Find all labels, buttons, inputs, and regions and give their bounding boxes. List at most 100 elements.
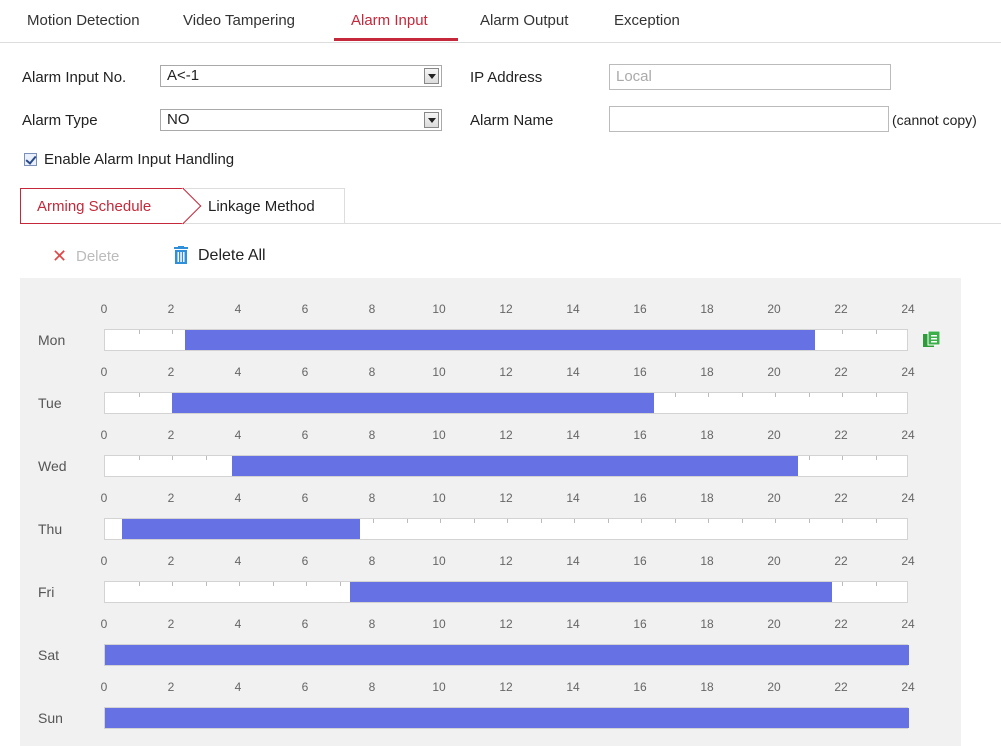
tab-motion-detection[interactable]: Motion Detection <box>27 12 140 29</box>
hour-tick-label: 20 <box>767 365 781 379</box>
day-label-sat: Sat <box>38 647 60 663</box>
hour-tick-label: 8 <box>368 302 376 316</box>
hour-tick-label: 4 <box>234 302 242 316</box>
hour-minor-tick <box>540 519 542 523</box>
tab-video-tampering[interactable]: Video Tampering <box>183 12 295 29</box>
hour-tick-label: 18 <box>700 680 714 694</box>
hour-tick-label: 2 <box>167 428 175 442</box>
hour-tick-label: 12 <box>499 680 513 694</box>
hour-minor-tick <box>574 519 575 523</box>
hour-minor-tick <box>842 582 843 586</box>
hour-tick-label: 12 <box>499 491 513 505</box>
hour-tick-label: 24 <box>901 365 915 379</box>
alarm-name-note: (cannot copy) <box>892 112 977 128</box>
hour-minor-tick <box>741 393 743 397</box>
tab-alarm-input[interactable]: Alarm Input <box>351 12 428 29</box>
schedule-bar-fri[interactable] <box>104 581 908 603</box>
hour-tick-label: 6 <box>301 365 309 379</box>
hour-tick-label: 22 <box>834 428 848 442</box>
dropdown-arrow-icon[interactable] <box>424 112 439 128</box>
day-label-mon: Mon <box>38 332 66 348</box>
hour-tick-label: 16 <box>633 365 647 379</box>
hour-minor-tick <box>875 393 877 397</box>
hour-tick-label: 12 <box>499 365 513 379</box>
hour-tick-label: 6 <box>301 428 309 442</box>
hour-minor-tick <box>172 330 173 334</box>
hour-tick-label: 0 <box>100 302 108 316</box>
hour-tick-label: 10 <box>432 365 446 379</box>
hour-tick-label: 18 <box>700 428 714 442</box>
hour-minor-tick <box>708 393 709 397</box>
tab-exception[interactable]: Exception <box>614 12 680 29</box>
hour-minor-tick <box>741 519 743 523</box>
hour-minor-tick <box>875 330 877 334</box>
schedule-segment[interactable] <box>121 519 360 539</box>
hour-tick-label: 20 <box>767 491 781 505</box>
hour-tick-label: 4 <box>234 428 242 442</box>
tab-bar: Motion Detection Video Tampering Alarm I… <box>0 0 1001 43</box>
hour-minor-tick <box>875 456 877 460</box>
hour-tick-label: 16 <box>633 680 647 694</box>
schedule-segment[interactable] <box>349 582 832 602</box>
hour-tick-label: 2 <box>167 365 175 379</box>
hour-tick-label: 4 <box>234 680 242 694</box>
hour-tick-label: 14 <box>566 617 580 631</box>
copy-icon[interactable] <box>923 331 940 348</box>
schedule-segment[interactable] <box>185 330 816 350</box>
hour-minor-tick <box>808 393 810 397</box>
hour-minor-tick <box>607 519 609 523</box>
hour-tick-label: 22 <box>834 617 848 631</box>
alarm-input-no-label: Alarm Input No. <box>22 69 127 86</box>
hour-tick-label: 0 <box>100 365 108 379</box>
enable-alarm-input-label: Enable Alarm Input Handling <box>44 151 235 168</box>
hour-tick-label: 2 <box>167 680 175 694</box>
hour-minor-tick <box>507 519 508 523</box>
hour-minor-tick <box>842 519 843 523</box>
hour-minor-tick <box>138 393 140 397</box>
hour-tick-label: 24 <box>901 680 915 694</box>
delete-all-button[interactable]: Delete All <box>198 247 266 265</box>
alarm-type-select[interactable]: NO <box>160 109 442 131</box>
ip-address-field[interactable]: Local <box>609 64 891 90</box>
alarm-input-no-select[interactable]: A<-1 <box>160 65 442 87</box>
schedule-bar-mon[interactable] <box>104 329 908 351</box>
alarm-input-no-value: A<-1 <box>167 67 200 84</box>
alarm-type-label: Alarm Type <box>22 112 98 129</box>
hour-tick-label: 0 <box>100 680 108 694</box>
delete-button[interactable]: Delete <box>76 248 119 265</box>
schedule-segment[interactable] <box>105 708 909 728</box>
hour-tick-label: 0 <box>100 428 108 442</box>
hour-tick-label: 16 <box>633 554 647 568</box>
schedule-bar-wed[interactable] <box>104 455 908 477</box>
dropdown-arrow-icon[interactable] <box>424 68 439 84</box>
hour-minor-tick <box>674 393 676 397</box>
schedule-bar-tue[interactable] <box>104 392 908 414</box>
schedule-segment[interactable] <box>172 393 655 413</box>
hour-minor-tick <box>172 582 173 586</box>
tab-alarm-output[interactable]: Alarm Output <box>480 12 568 29</box>
day-label-thu: Thu <box>38 521 63 537</box>
hour-tick-label: 12 <box>499 617 513 631</box>
hour-minor-tick <box>306 582 307 586</box>
day-label-tue: Tue <box>38 395 62 411</box>
schedule-bar-thu[interactable] <box>104 518 908 540</box>
ip-address-placeholder: Local <box>616 68 652 85</box>
hour-tick-label: 2 <box>167 302 175 316</box>
hour-tick-label: 14 <box>566 680 580 694</box>
enable-alarm-input-checkbox[interactable] <box>24 153 37 166</box>
hour-minor-tick <box>373 519 374 523</box>
hour-tick-label: 16 <box>633 428 647 442</box>
hour-tick-label: 14 <box>566 365 580 379</box>
schedule-segment[interactable] <box>105 645 909 665</box>
alarm-name-field[interactable] <box>609 106 889 132</box>
hour-tick-label: 10 <box>432 617 446 631</box>
hour-tick-label: 12 <box>499 302 513 316</box>
ip-address-label: IP Address <box>470 69 543 86</box>
schedule-segment[interactable] <box>232 456 799 476</box>
hour-tick-label: 18 <box>700 617 714 631</box>
hour-tick-label: 8 <box>368 680 376 694</box>
schedule-bar-sun[interactable] <box>104 707 909 729</box>
hour-minor-tick <box>272 582 274 586</box>
trash-icon[interactable] <box>173 246 189 264</box>
schedule-bar-sat[interactable] <box>104 644 909 666</box>
